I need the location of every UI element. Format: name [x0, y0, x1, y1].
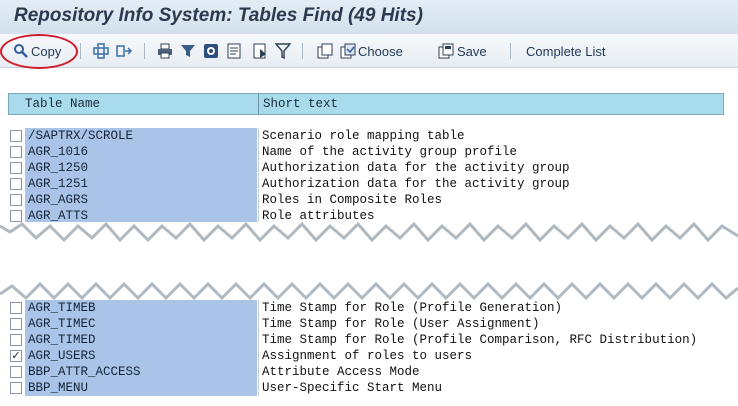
cell-divider	[258, 380, 259, 396]
table-name-cell[interactable]: AGR_AGRS	[25, 192, 257, 208]
deselect-all-button[interactable]	[116, 42, 133, 60]
table-name-cell[interactable]: /SAPTRX/SCROLE	[25, 128, 257, 144]
short-text-cell: Roles in Composite Roles	[262, 193, 443, 207]
sort-icon	[203, 43, 219, 59]
cell-divider	[258, 300, 259, 316]
deselect-all-icon	[116, 43, 133, 59]
complete-list-label: Complete List	[526, 43, 606, 59]
copy-to-clipboard-button[interactable]	[317, 42, 333, 60]
row-checkbox-checked[interactable]: ✓	[10, 350, 22, 362]
filter-icon	[180, 43, 196, 59]
table-row[interactable]: BBP_MENU User-Specific Start Menu	[8, 380, 724, 396]
select-all-icon	[93, 43, 109, 59]
table-row[interactable]: AGR_1016 Name of the activity group prof…	[8, 144, 724, 160]
highlight-annotation-ring	[0, 34, 78, 69]
table-row[interactable]: AGR_TIMED Time Stamp for Role (Profile C…	[8, 332, 724, 348]
row-checkbox[interactable]	[10, 366, 22, 378]
row-checkbox[interactable]	[10, 210, 22, 222]
short-text-cell: Time Stamp for Role (User Assignment)	[262, 317, 540, 331]
choose-icon	[340, 43, 356, 59]
toolbar-separator	[510, 43, 511, 59]
table-row[interactable]: AGR_1250 Authorization data for the acti…	[8, 160, 724, 176]
filter-button[interactable]	[180, 42, 196, 60]
short-text-cell: Scenario role mapping table	[262, 129, 465, 143]
row-checkbox[interactable]	[10, 382, 22, 394]
cell-divider	[258, 316, 259, 332]
funnel-icon	[274, 43, 292, 60]
cell-divider	[258, 332, 259, 348]
cell-divider	[258, 364, 259, 380]
table-name-cell[interactable]: AGR_1016	[25, 144, 257, 160]
table-name-cell[interactable]: AGR_TIMEB	[25, 300, 257, 316]
save-button[interactable]: Save	[438, 42, 487, 60]
cell-divider	[258, 192, 259, 208]
select-all-button[interactable]	[93, 42, 109, 60]
print-icon	[157, 43, 173, 59]
export-button[interactable]	[252, 42, 268, 60]
row-checkbox[interactable]	[10, 146, 22, 158]
cell-divider	[258, 144, 259, 160]
column-header-table-name[interactable]: Table Name	[25, 97, 100, 111]
details-button[interactable]	[226, 42, 242, 60]
cell-divider	[258, 176, 259, 192]
complete-list-button[interactable]: Complete List	[526, 42, 605, 60]
table-name-cell[interactable]: AGR_TIMEC	[25, 316, 257, 332]
export-icon	[317, 43, 333, 59]
sort-button[interactable]	[203, 42, 219, 60]
cell-divider	[258, 348, 259, 364]
table-row[interactable]: AGR_AGRS Roles in Composite Roles	[8, 192, 724, 208]
table-row[interactable]: AGR_1251 Authorization data for the acti…	[8, 176, 724, 192]
details-icon	[226, 43, 242, 59]
table-name-cell[interactable]: AGR_1251	[25, 176, 257, 192]
short-text-cell: Attribute Access Mode	[262, 365, 420, 379]
cell-divider	[258, 160, 259, 176]
row-checkbox[interactable]	[10, 162, 22, 174]
row-checkbox[interactable]	[10, 334, 22, 346]
funnel-button[interactable]	[274, 42, 292, 60]
row-checkbox[interactable]	[10, 178, 22, 190]
table-name-cell[interactable]: BBP_ATTR_ACCESS	[25, 364, 257, 380]
table-row[interactable]: BBP_ATTR_ACCESS Attribute Access Mode	[8, 364, 724, 380]
toolbar-separator	[80, 43, 81, 59]
row-checkbox[interactable]	[10, 194, 22, 206]
short-text-cell: Authorization data for the activity grou…	[262, 161, 570, 175]
table-row[interactable]: /SAPTRX/SCROLE Scenario role mapping tab…	[8, 128, 724, 144]
short-text-cell: Authorization data for the activity grou…	[262, 177, 570, 191]
column-divider	[258, 94, 259, 114]
short-text-cell: Time Stamp for Role (Profile Comparison,…	[262, 333, 698, 347]
export-icon	[252, 43, 268, 59]
choose-label: Choose	[358, 43, 403, 59]
table-name-cell[interactable]: BBP_MENU	[25, 380, 257, 396]
toolbar-separator	[302, 43, 303, 59]
table-row[interactable]: AGR_TIMEC Time Stamp for Role (User Assi…	[8, 316, 724, 332]
cell-divider	[258, 128, 259, 144]
application-toolbar: Copy Choose Save Complete List	[0, 34, 738, 68]
short-text-cell: Name of the activity group profile	[262, 145, 518, 159]
table-name-cell[interactable]: AGR_TIMED	[25, 332, 257, 348]
table-row[interactable]: ✓ AGR_USERS Assignment of roles to users	[8, 348, 724, 364]
column-header-short-text[interactable]: Short text	[263, 97, 338, 111]
choose-button[interactable]: Choose	[340, 42, 403, 60]
row-checkbox[interactable]	[10, 318, 22, 330]
print-button[interactable]	[157, 42, 173, 60]
torn-edge-gap	[0, 222, 738, 302]
table-name-cell[interactable]: AGR_USERS	[25, 348, 257, 364]
toolbar-separator	[144, 43, 145, 59]
short-text-cell: User-Specific Start Menu	[262, 381, 443, 395]
table-name-cell[interactable]: AGR_1250	[25, 160, 257, 176]
save-icon	[438, 43, 454, 59]
table-header: Table Name Short text	[8, 93, 724, 115]
row-checkbox[interactable]	[10, 130, 22, 142]
title-bar: Repository Info System: Tables Find (49 …	[0, 0, 738, 34]
save-label: Save	[457, 43, 487, 59]
short-text-cell: Time Stamp for Role (Profile Generation)	[262, 301, 563, 315]
short-text-cell: Assignment of roles to users	[262, 349, 473, 363]
window-title: Repository Info System: Tables Find (49 …	[14, 5, 423, 26]
row-checkbox[interactable]	[10, 302, 22, 314]
table-row[interactable]: AGR_TIMEB Time Stamp for Role (Profile G…	[8, 300, 724, 316]
